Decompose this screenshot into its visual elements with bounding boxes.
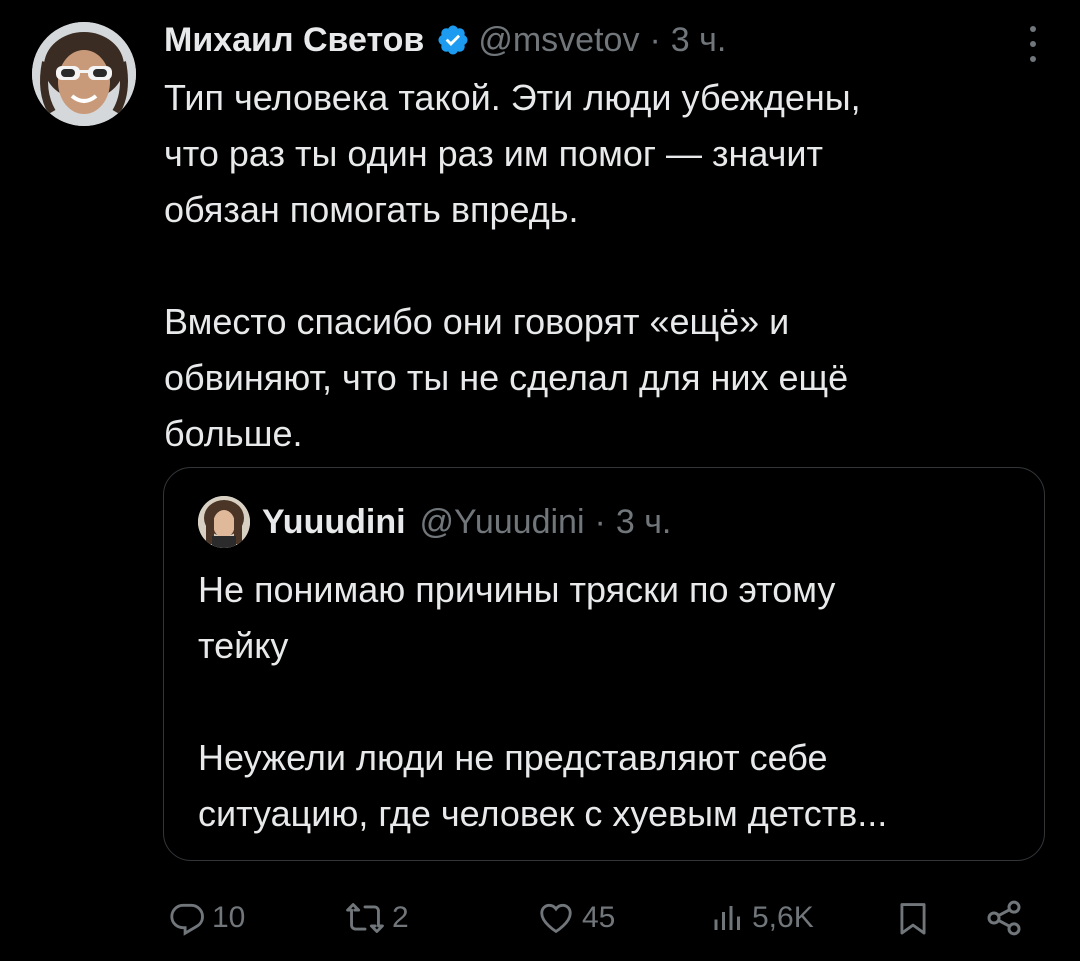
reply-button[interactable]: 10 (168, 890, 245, 946)
author-avatar[interactable] (32, 22, 136, 126)
author-name[interactable]: Михаил Светов (164, 21, 424, 60)
more-icon[interactable] (1026, 26, 1040, 62)
views-button[interactable]: 5,6K (710, 890, 814, 946)
tweet[interactable]: Михаил Светов @msvetov · 3 ч. Тип челове… (0, 0, 1080, 961)
reply-icon (168, 899, 206, 937)
like-button[interactable]: 45 (536, 890, 615, 946)
like-count: 45 (582, 901, 616, 934)
quoted-author-handle: @Yuuudini (419, 502, 585, 541)
quoted-text: Не понимаю причины тряски по этому тейку… (198, 569, 888, 834)
tweet-timestamp[interactable]: 3 ч. (671, 21, 727, 60)
share-button[interactable] (984, 890, 1024, 946)
separator-dot: · (649, 20, 661, 59)
share-icon (984, 898, 1024, 938)
action-bar: 10 2 45 5,6K (164, 890, 1044, 946)
like-icon (536, 899, 576, 937)
quoted-author-name: Yuuudini (262, 502, 406, 541)
quoted-tweet[interactable]: Yuuudini @Yuuudini · 3 ч. Не понимаю при… (163, 467, 1045, 861)
quoted-header: Yuuudini @Yuuudini · 3 ч. (262, 498, 671, 546)
author-handle[interactable]: @msvetov (478, 21, 639, 60)
repost-button[interactable]: 2 (344, 890, 409, 946)
views-icon (710, 899, 746, 937)
views-count: 5,6K (752, 901, 814, 934)
tweet-text: Тип человека такой. Эти люди убеждены, ч… (164, 77, 861, 454)
quoted-timestamp: 3 ч. (615, 502, 672, 541)
reply-count: 10 (212, 901, 246, 934)
tweet-header: Михаил Светов @msvetov · 3 ч. (164, 18, 726, 62)
quoted-separator-dot: · (594, 502, 606, 541)
verified-badge-icon (436, 23, 470, 57)
bookmark-button[interactable] (894, 890, 932, 946)
repost-count: 2 (392, 901, 409, 934)
bookmark-icon (894, 897, 932, 939)
quoted-author-avatar (198, 496, 250, 548)
repost-icon (344, 899, 386, 937)
